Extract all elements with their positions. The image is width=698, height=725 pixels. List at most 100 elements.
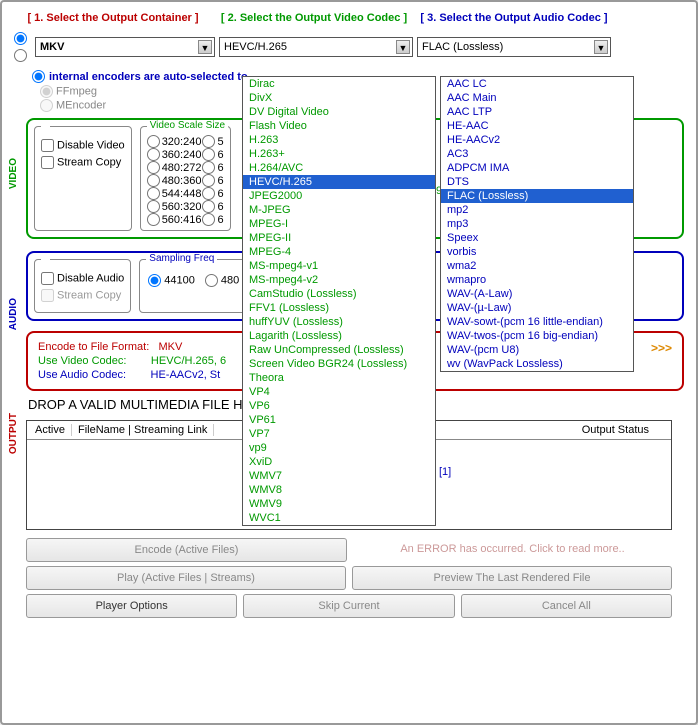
audio-codec-option[interactable]: AAC LTP: [441, 105, 633, 119]
scale-option[interactable]: 6: [202, 148, 223, 161]
video-codec-option[interactable]: WMV9: [243, 497, 435, 511]
audio-codec-option[interactable]: HE-AACv2: [441, 133, 633, 147]
scale-option[interactable]: 5: [202, 135, 223, 148]
audio-codec-option[interactable]: WAV-(µ-Law): [441, 301, 633, 315]
video-codec-option[interactable]: VP6: [243, 399, 435, 413]
audio-codec-option[interactable]: wmapro: [441, 273, 633, 287]
internal-encoder-radio[interactable]: [32, 70, 45, 83]
scale-option[interactable]: 560:416: [147, 213, 202, 226]
container-value: MKV: [40, 41, 64, 53]
video-codec-option[interactable]: H.264/AVC: [243, 161, 435, 175]
video-codec-option[interactable]: WVC1: [243, 511, 435, 525]
video-codec-option[interactable]: H.263+: [243, 147, 435, 161]
audio-codec-option[interactable]: wma2: [441, 259, 633, 273]
video-stream-copy-checkbox[interactable]: Stream Copy: [41, 156, 125, 169]
video-codec-option[interactable]: CamStudio (Lossless): [243, 287, 435, 301]
scale-option[interactable]: 480:272: [147, 161, 202, 174]
encode-button[interactable]: Encode (Active Files): [26, 538, 347, 562]
audio-codec-option[interactable]: WAV-twos-(pcm 16 big-endian): [441, 329, 633, 343]
video-codec-option[interactable]: Screen Video BGR24 (Lossless): [243, 357, 435, 371]
video-codec-option[interactable]: MS-mpeg4-v2: [243, 273, 435, 287]
audio-codec-option[interactable]: ADPCM IMA: [441, 161, 633, 175]
video-codec-option[interactable]: H.263: [243, 133, 435, 147]
video-tab-label: VIDEO: [8, 158, 19, 189]
sampling-freq-legend: Sampling Freq: [146, 253, 217, 264]
cancel-button[interactable]: Cancel All: [461, 594, 672, 618]
audio-codec-option[interactable]: AAC LC: [441, 77, 633, 91]
audio-codec-option[interactable]: AC3: [441, 147, 633, 161]
col-status[interactable]: Output Status: [576, 424, 669, 436]
video-codec-option[interactable]: DV Digital Video: [243, 105, 435, 119]
disable-audio-checkbox[interactable]: Disable Audio: [41, 272, 124, 285]
video-codec-option[interactable]: VP4: [243, 385, 435, 399]
video-codec-option[interactable]: FFV1 (Lossless): [243, 301, 435, 315]
video-codec-option[interactable]: huffYUV (Lossless): [243, 315, 435, 329]
scale-option[interactable]: 6: [202, 174, 223, 187]
scale-option[interactable]: 6: [202, 200, 223, 213]
player-options-button[interactable]: Player Options: [26, 594, 237, 618]
video-codec-option[interactable]: VP61: [243, 413, 435, 427]
skip-button[interactable]: Skip Current: [243, 594, 454, 618]
video-codec-option[interactable]: MS-mpeg4-v1: [243, 259, 435, 273]
video-codec-dropdown[interactable]: HEVC/H.265 ▼: [219, 37, 413, 57]
scale-option[interactable]: 320:240: [147, 135, 202, 148]
step1-label: [ 1. Select the Output Container ]: [14, 12, 212, 24]
video-codec-list[interactable]: DiracDivXDV Digital VideoFlash VideoH.26…: [242, 76, 436, 526]
disable-video-checkbox[interactable]: Disable Video: [41, 139, 125, 152]
container-dropdown[interactable]: MKV ▼: [35, 37, 215, 57]
container-radio-1[interactable]: [14, 32, 27, 45]
video-codec-option[interactable]: MPEG-4: [243, 245, 435, 259]
out-acodec-value: HE-AACv2, St: [151, 369, 221, 381]
audio-codec-option[interactable]: wv (WavPack Lossless): [441, 357, 633, 371]
video-codec-option[interactable]: HEVC/H.265: [243, 175, 435, 189]
scale-option[interactable]: 480:360: [147, 174, 202, 187]
audio-codec-list[interactable]: AAC LCAAC MainAAC LTPHE-AACHE-AACv2AC3AD…: [440, 76, 634, 372]
preview-button[interactable]: Preview The Last Rendered File: [352, 566, 672, 590]
play-button[interactable]: Play (Active Files | Streams): [26, 566, 346, 590]
scale-option[interactable]: 544:448: [147, 187, 202, 200]
audio-codec-option[interactable]: vorbis: [441, 245, 633, 259]
video-codec-option[interactable]: WMV7: [243, 469, 435, 483]
scale-option[interactable]: 560:320: [147, 200, 202, 213]
video-codec-option[interactable]: Lagarith (Lossless): [243, 329, 435, 343]
step3-label: [ 3. Select the Output Audio Codec ]: [416, 12, 612, 24]
video-codec-option[interactable]: Raw UnCompressed (Lossless): [243, 343, 435, 357]
col-filename[interactable]: FileName | Streaming Link: [72, 424, 214, 436]
audio-codec-option[interactable]: DTS: [441, 175, 633, 189]
out-acodec-label: Use Audio Codec:: [38, 369, 126, 381]
sf-480[interactable]: 480: [205, 274, 239, 287]
scale-option[interactable]: 6: [202, 213, 223, 226]
scale-option[interactable]: 6: [202, 187, 223, 200]
video-codec-option[interactable]: XviD: [243, 455, 435, 469]
video-options: Disable Video Stream Copy: [34, 126, 132, 231]
audio-codec-option[interactable]: WAV-(pcm U8): [441, 343, 633, 357]
video-codec-option[interactable]: Flash Video: [243, 119, 435, 133]
audio-codec-option[interactable]: AAC Main: [441, 91, 633, 105]
video-codec-option[interactable]: M-JPEG: [243, 203, 435, 217]
scale-option[interactable]: 6: [202, 161, 223, 174]
container-radio-2[interactable]: [14, 49, 27, 62]
scale-option[interactable]: 360:240: [147, 148, 202, 161]
video-codec-option[interactable]: MPEG-II: [243, 231, 435, 245]
video-codec-option[interactable]: vp9: [243, 441, 435, 455]
video-codec-value: HEVC/H.265: [224, 41, 287, 53]
audio-codec-option[interactable]: mp2: [441, 203, 633, 217]
audio-codec-option[interactable]: FLAC (Lossless): [441, 189, 633, 203]
video-codec-option[interactable]: VP7: [243, 427, 435, 441]
col-active[interactable]: Active: [29, 424, 72, 436]
chevron-down-icon: ▼: [198, 40, 212, 54]
video-codec-option[interactable]: JPEG2000: [243, 189, 435, 203]
audio-codec-option[interactable]: mp3: [441, 217, 633, 231]
video-codec-option[interactable]: Theora: [243, 371, 435, 385]
audio-codec-dropdown[interactable]: FLAC (Lossless) ▼: [417, 37, 611, 57]
audio-codec-option[interactable]: WAV-(A-Law): [441, 287, 633, 301]
error-message[interactable]: An ERROR has occurred. Click to read mor…: [353, 538, 672, 562]
audio-codec-option[interactable]: WAV-sowt-(pcm 16 little-endian): [441, 315, 633, 329]
audio-codec-option[interactable]: Speex: [441, 231, 633, 245]
video-codec-option[interactable]: Dirac: [243, 77, 435, 91]
sf-44100[interactable]: 44100: [148, 274, 195, 287]
video-codec-option[interactable]: DivX: [243, 91, 435, 105]
video-codec-option[interactable]: WMV8: [243, 483, 435, 497]
video-codec-option[interactable]: MPEG-I: [243, 217, 435, 231]
audio-codec-option[interactable]: HE-AAC: [441, 119, 633, 133]
